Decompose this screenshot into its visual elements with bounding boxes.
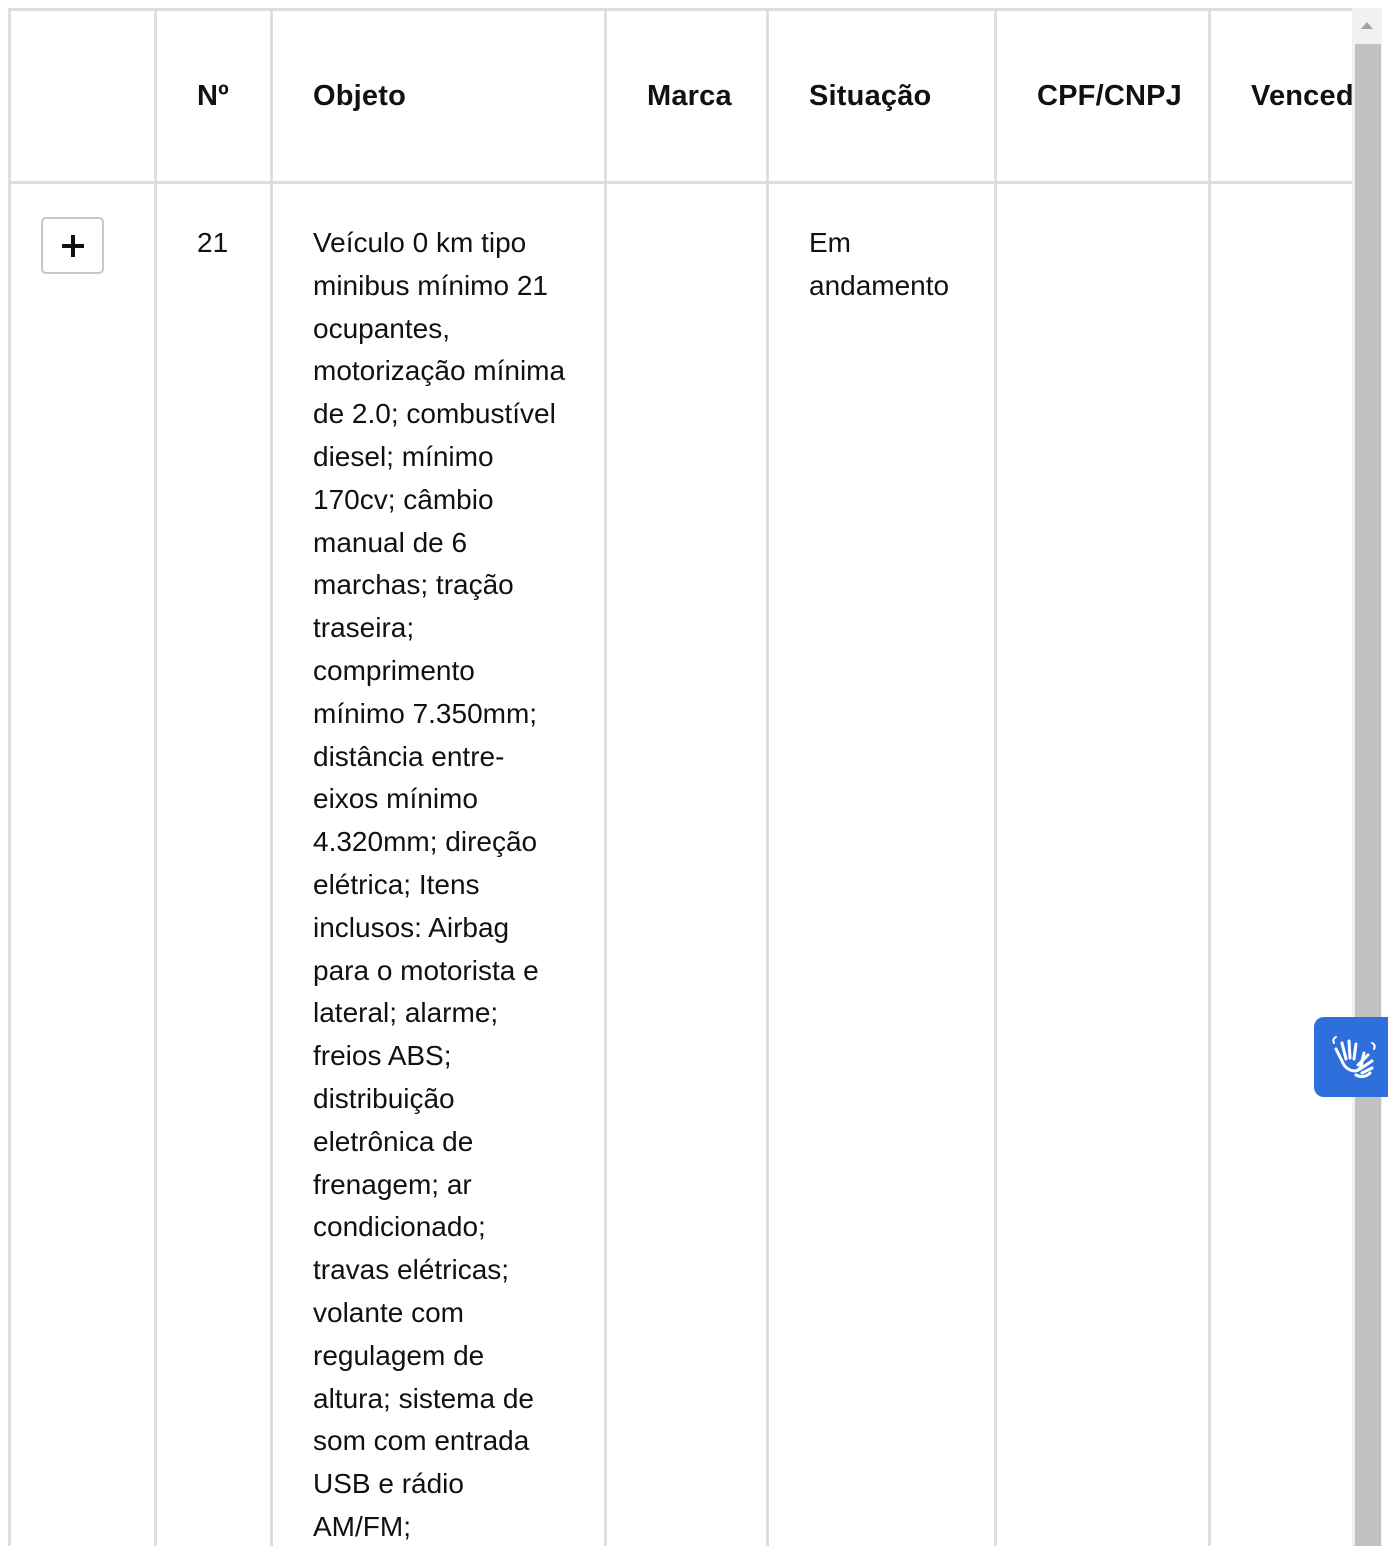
table-row: 21 Veículo 0 km tipo minibus mínimo 21 o… — [8, 181, 1352, 1546]
cell-status: Em andamento — [766, 181, 997, 1546]
vertical-scrollbar[interactable] — [1352, 8, 1382, 1546]
expand-row-button[interactable] — [41, 217, 104, 274]
page: Nº Objeto Marca Situação CPF/CNPJ Venced… — [0, 0, 1388, 1546]
header-object: Objeto — [270, 8, 607, 184]
header-number: Nº — [154, 8, 273, 184]
table-header-row: Nº Objeto Marca Situação CPF/CNPJ Venced… — [8, 8, 1352, 184]
cell-object: Veículo 0 km tipo minibus mínimo 21 ocup… — [270, 181, 607, 1546]
sign-language-accessibility-button[interactable] — [1314, 1017, 1388, 1097]
header-expand — [8, 8, 157, 184]
cell-winner — [1208, 181, 1352, 1546]
scrollbar-thumb[interactable] — [1355, 44, 1381, 1546]
plus-icon — [61, 234, 84, 257]
header-tax-id: CPF/CNPJ — [994, 8, 1211, 184]
scroll-up-arrow-icon[interactable] — [1352, 8, 1382, 42]
header-winner: Vencedor — [1208, 8, 1352, 184]
cell-brand — [604, 181, 769, 1546]
header-status: Situação — [766, 8, 997, 184]
cell-tax-id — [994, 181, 1211, 1546]
sign-language-hands-icon — [1332, 1036, 1376, 1079]
cell-expand — [8, 181, 157, 1546]
items-table: Nº Objeto Marca Situação CPF/CNPJ Venced… — [8, 8, 1352, 1546]
items-table-container: Nº Objeto Marca Situação CPF/CNPJ Venced… — [8, 8, 1352, 1546]
cell-number: 21 — [154, 181, 273, 1546]
header-brand: Marca — [604, 8, 769, 184]
